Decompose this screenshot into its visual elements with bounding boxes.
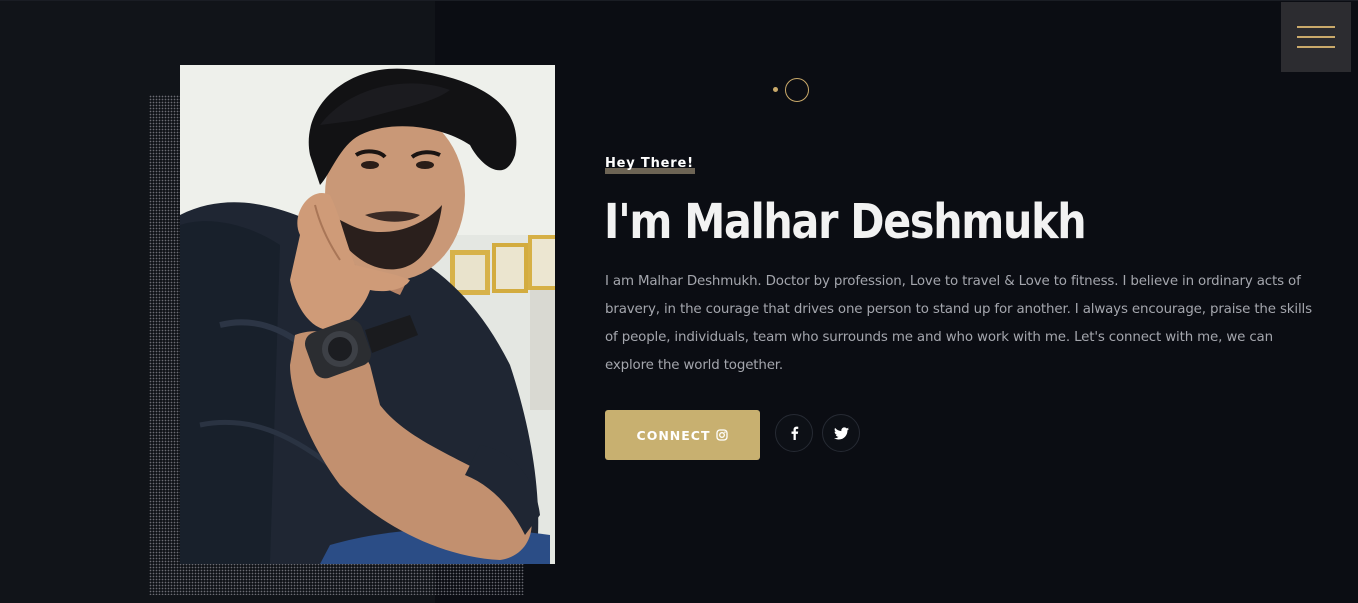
bio-text: I am Malhar Deshmukh. Doctor by professi… xyxy=(605,274,1312,373)
circle-decoration xyxy=(772,78,812,104)
page-title: I'm Malhar Deshmukh xyxy=(604,194,1087,250)
connect-button[interactable]: CONNECT xyxy=(605,410,760,460)
instagram-icon xyxy=(716,429,729,441)
menu-button[interactable] xyxy=(1281,2,1351,72)
connect-label: CONNECT xyxy=(636,427,711,443)
facebook-button[interactable] xyxy=(775,414,813,452)
circle-outline-icon xyxy=(785,78,809,102)
facebook-icon xyxy=(791,426,798,440)
twitter-button[interactable] xyxy=(822,414,860,452)
greeting-label: Hey There! xyxy=(605,155,695,174)
twitter-icon xyxy=(833,426,849,439)
page: Hey There! I'm Malhar Deshmukh I am Malh… xyxy=(0,0,1358,603)
small-dot-icon xyxy=(773,87,778,92)
profile-photo xyxy=(180,65,555,564)
